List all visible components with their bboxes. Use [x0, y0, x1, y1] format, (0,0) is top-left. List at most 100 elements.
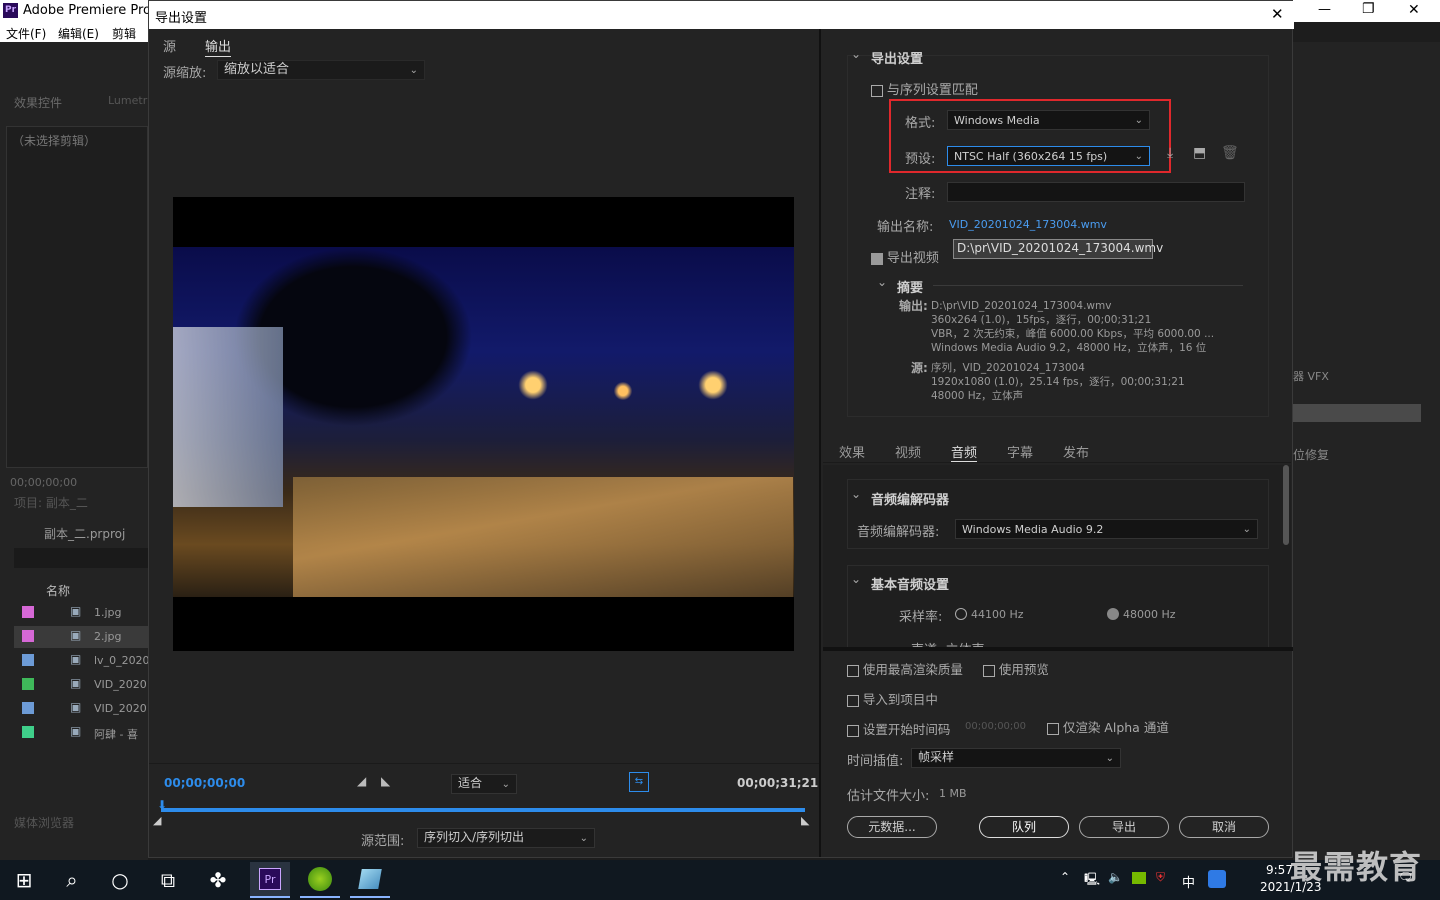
export-video-checkbox[interactable]	[871, 252, 883, 265]
task-view-icon[interactable]: ⧉	[148, 862, 188, 898]
use-preview-wrap[interactable]: 使用预览	[983, 659, 1049, 678]
security-icon[interactable]: ⛨	[1156, 870, 1165, 885]
basic-audio-collapse-icon[interactable]: ⌄	[851, 572, 861, 586]
export-button[interactable]: 导出	[1079, 816, 1169, 838]
minimize-button[interactable]: —	[1318, 2, 1331, 17]
tab-output[interactable]: 输出	[205, 36, 232, 57]
out-point-icon[interactable]: ◣	[801, 814, 809, 827]
effect-controls-tab[interactable]: 效果控件	[14, 94, 62, 111]
format-dropdown[interactable]: Windows Media ⌄	[947, 110, 1150, 130]
audio-codec-dropdown[interactable]: Windows Media Audio 9.2 ⌄	[955, 519, 1258, 539]
audio-codec-collapse-icon[interactable]: ⌄	[851, 487, 861, 501]
tab-captions[interactable]: 字幕	[1007, 442, 1033, 461]
project-list-item[interactable]: ▣ lv_0_2020	[14, 650, 150, 672]
playhead-icon[interactable]: ⬇	[157, 798, 167, 812]
max-render-wrap[interactable]: 使用最高渲染质量	[847, 659, 963, 678]
name-column-header[interactable]: 名称	[46, 582, 70, 599]
cortana-icon[interactable]: ○	[100, 862, 140, 898]
import-project-checkbox[interactable]	[847, 694, 859, 707]
collapse-icon[interactable]: ⌄	[851, 47, 861, 61]
tray-chevron-icon[interactable]: ⌃	[1060, 870, 1070, 884]
menu-file[interactable]: 文件(F)	[6, 25, 46, 42]
dialog-title: 导出设置	[155, 11, 208, 26]
est-size-value: 1 MB	[939, 787, 967, 800]
network-icon[interactable]: 🖳	[1084, 870, 1100, 891]
clip-name: lv_0_2020	[94, 654, 150, 667]
queue-button[interactable]: 队列	[979, 816, 1069, 838]
mark-in-icon[interactable]: ◢	[357, 774, 366, 788]
sample-rate-44100-radio[interactable]	[955, 608, 967, 620]
preset-dropdown[interactable]: NTSC Half (360x264 15 fps) ⌄	[947, 146, 1150, 166]
max-render-checkbox[interactable]	[847, 664, 859, 677]
nvidia-icon[interactable]	[1132, 872, 1146, 884]
output-name-link[interactable]: VID_20201024_173004.wmv	[949, 218, 1107, 231]
tab-audio[interactable]: 音频	[951, 442, 978, 462]
cancel-button[interactable]: 取消	[1179, 816, 1269, 838]
sample-rate-48000-radio[interactable]	[1107, 608, 1119, 620]
premiere-taskbar-icon[interactable]: Pr	[250, 862, 290, 898]
fan-app-icon[interactable]: ✤	[198, 862, 238, 898]
time-interp-dropdown[interactable]: 帧采样 ⌄	[911, 748, 1121, 768]
ball-app-icon[interactable]	[300, 862, 340, 898]
project-list-item[interactable]: ▣ 阿肆 - 喜	[14, 722, 148, 744]
tab-video[interactable]: 视频	[895, 442, 921, 461]
comment-input[interactable]	[947, 182, 1245, 202]
notification-icon[interactable]: 🗨	[1398, 870, 1413, 884]
project-search[interactable]	[14, 548, 148, 568]
fit-dropdown[interactable]: 适合 ⌄	[451, 774, 517, 794]
start-tc-checkbox[interactable]	[847, 724, 859, 737]
project-list-item[interactable]: ▣ VID_20201	[14, 674, 154, 696]
summary-collapse-icon[interactable]: ⌄	[877, 275, 887, 289]
in-point-icon[interactable]: ◢	[153, 814, 161, 827]
match-sequence-checkbox-wrap[interactable]: 与序列设置匹配	[871, 79, 978, 98]
source-range-dropdown[interactable]: 序列切入/序列切出 ⌄	[417, 828, 595, 848]
restore-button[interactable]: ❐	[1362, 1, 1375, 17]
mark-out-icon[interactable]: ◣	[381, 774, 390, 788]
save-preset-icon[interactable]: ⤓	[1167, 145, 1173, 161]
format-value: Windows Media	[954, 114, 1040, 127]
media-browser-tab[interactable]: 媒体浏览器	[14, 814, 74, 831]
project-list-item[interactable]: ▣ 2.jpg	[14, 626, 148, 648]
timeline-track[interactable]	[161, 808, 805, 812]
clock-time[interactable]: 9:57	[1266, 863, 1293, 877]
project-list-item[interactable]: ▣ VID_20201	[14, 698, 154, 720]
match-sequence-checkbox[interactable]	[871, 84, 883, 97]
qq-icon[interactable]	[1208, 870, 1226, 888]
search-icon[interactable]: ⌕	[52, 862, 92, 898]
start-tc-wrap[interactable]: 设置开始时间码	[847, 719, 950, 738]
close-app-button[interactable]: ✕	[1408, 2, 1420, 18]
dialog-close-icon[interactable]: ✕	[1271, 5, 1284, 23]
project-tab[interactable]: 项目: 副本_二	[14, 494, 88, 511]
start-tc-label: 设置开始时间码	[862, 722, 951, 737]
bottom-divider	[823, 647, 1293, 651]
scrollbar[interactable]	[1283, 465, 1289, 545]
use-preview-checkbox[interactable]	[983, 664, 995, 677]
timecode-start[interactable]: 00;00;00;00	[164, 776, 245, 790]
tab-effects[interactable]: 效果	[839, 442, 865, 461]
time-interp-value: 帧采样	[918, 750, 955, 764]
tab-source[interactable]: 源	[163, 36, 176, 55]
aspect-icon[interactable]: ⇆	[629, 772, 649, 792]
volume-icon[interactable]: 🔈	[1108, 870, 1123, 884]
tab-publish[interactable]: 发布	[1063, 442, 1089, 461]
start-button[interactable]: ⊞	[4, 862, 44, 898]
lumetri-tab[interactable]: Lumetri	[108, 94, 150, 107]
import-preset-icon[interactable]: ⬒	[1193, 145, 1206, 161]
use-preview-label: 使用预览	[998, 662, 1049, 677]
project-list-item[interactable]: ▣ 1.jpg	[14, 602, 148, 624]
notes-app-icon[interactable]	[350, 862, 390, 898]
export-video-checkbox-wrap[interactable]: 导出视频	[871, 247, 939, 266]
render-alpha-checkbox[interactable]	[1047, 722, 1059, 735]
import-project-wrap[interactable]: 导入到项目中	[847, 689, 938, 708]
source-scale-dropdown[interactable]: 缩放以适合 ⌄	[217, 60, 425, 80]
color-label-swatch	[22, 702, 34, 714]
sample-rate-label: 采样率:	[899, 610, 943, 625]
summary-output-head: 输出:	[899, 299, 928, 313]
metadata-button[interactable]: 元数据...	[847, 816, 937, 838]
ime-indicator[interactable]: 中	[1182, 872, 1195, 891]
render-alpha-wrap[interactable]: 仅渲染 Alpha 通道	[1047, 717, 1169, 736]
delete-preset-icon[interactable]: 🗑	[1221, 145, 1239, 161]
path-tooltip: D:\pr\VID_20201024_173004.wmv	[953, 239, 1163, 259]
menu-edit[interactable]: 编辑(E)	[58, 25, 99, 42]
chevron-down-icon: ⌄	[579, 833, 588, 844]
